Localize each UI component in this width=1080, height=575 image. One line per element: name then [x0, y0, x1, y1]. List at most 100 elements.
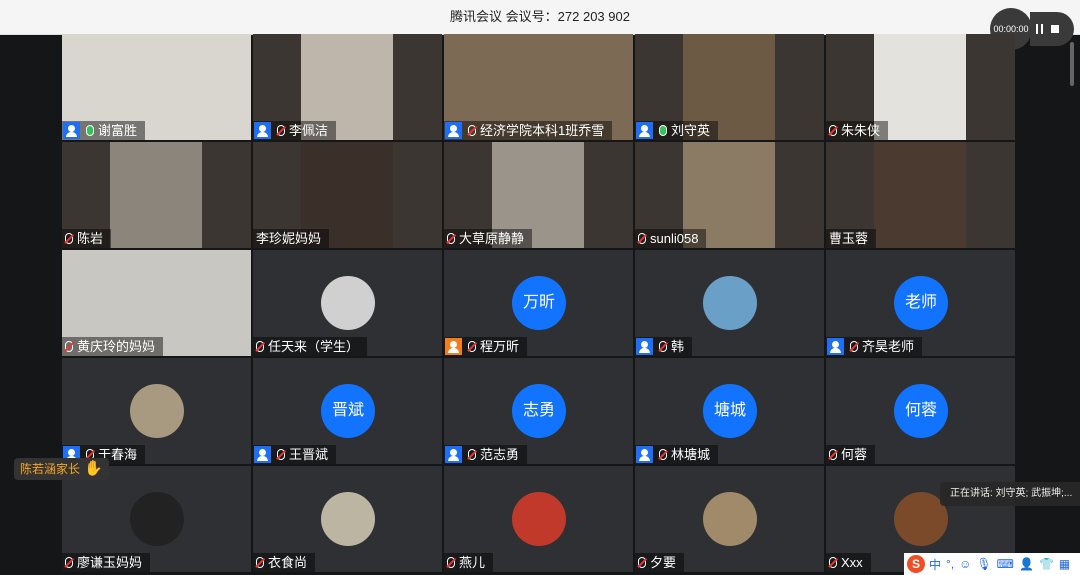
user-badge-icon: [63, 122, 80, 139]
participant-name-bar: 曹玉蓉: [826, 229, 877, 248]
participant-tile[interactable]: 燕儿: [444, 466, 633, 572]
mic-muted-icon: [829, 125, 837, 136]
mic-muted-icon: [277, 449, 285, 460]
participant-tile[interactable]: 刘守英: [635, 34, 824, 140]
mic-muted-icon: [659, 341, 667, 352]
mic-on-icon: [86, 125, 94, 136]
participant-name: 衣食尚: [268, 555, 308, 570]
participant-name-bar: 燕儿: [444, 553, 494, 572]
participant-name-bar: sunli058: [635, 229, 707, 248]
participant-tile[interactable]: 李珍妮妈妈: [253, 142, 442, 248]
participant-name: 朱朱侠: [841, 123, 881, 138]
video-feed: [110, 142, 202, 248]
avatar: 塘城: [703, 384, 757, 438]
participant-name: 夕要: [650, 555, 677, 570]
participant-tile[interactable]: 黄庆玲的妈妈: [62, 250, 251, 356]
ime-key[interactable]: 👕: [1039, 557, 1054, 571]
meeting-title: 腾讯会议 会议号：272 203 902: [450, 9, 630, 24]
participant-tile[interactable]: 志勇范志勇: [444, 358, 633, 464]
participant-name: 谢富胜: [98, 123, 138, 138]
user-badge-icon: [827, 338, 844, 355]
avatar: 何蓉: [894, 384, 948, 438]
avatar: [130, 492, 184, 546]
participant-name: 燕儿: [459, 555, 486, 570]
avatar: [703, 492, 757, 546]
wave-hand-icon: ✋: [84, 460, 103, 477]
user-badge-icon: [636, 446, 653, 463]
participant-tile[interactable]: 廖谦玉妈妈: [62, 466, 251, 572]
participant-tile[interactable]: 韩: [635, 250, 824, 356]
participant-name: 齐昊老师: [862, 339, 915, 354]
participant-name: 何蓉: [841, 447, 868, 462]
mic-muted-icon: [65, 341, 73, 352]
participant-tile[interactable]: 夕要: [635, 466, 824, 572]
stop-icon[interactable]: [1051, 25, 1059, 33]
participant-tile[interactable]: 任天来（学生）: [253, 250, 442, 356]
participant-name-bar: 谢富胜: [62, 121, 146, 140]
participant-tile[interactable]: 经济学院本科1班乔雪: [444, 34, 633, 140]
mic-muted-icon: [468, 125, 476, 136]
participant-name: 李珍妮妈妈: [256, 231, 322, 246]
participant-name: 经济学院本科1班乔雪: [480, 123, 605, 138]
participant-tile[interactable]: 谢富胜: [62, 34, 251, 140]
participant-name: 黄庆玲的妈妈: [77, 339, 156, 354]
participant-tile[interactable]: 衣食尚: [253, 466, 442, 572]
pause-icon[interactable]: [1036, 24, 1038, 34]
participant-tile[interactable]: 老师 齐昊老师: [826, 250, 1015, 356]
mic-muted-icon: [659, 449, 667, 460]
user-badge-icon: [636, 338, 653, 355]
ime-key[interactable]: 🎙: [976, 557, 991, 571]
participant-tile[interactable]: 塘城 林塘城: [635, 358, 824, 464]
ime-key[interactable]: ▦: [1059, 557, 1070, 571]
participant-name-bar: 刘守英: [635, 121, 719, 140]
avatar: 志勇: [512, 384, 566, 438]
participant-tile[interactable]: 于春海: [62, 358, 251, 464]
ime-key[interactable]: 👤: [1019, 557, 1034, 571]
participant-tile[interactable]: 大草原静静: [444, 142, 633, 248]
participant-name-bar: 廖谦玉妈妈: [62, 553, 151, 572]
participant-name: 程万昕: [480, 339, 520, 354]
ime-key[interactable]: 中: [929, 556, 941, 573]
participant-tile[interactable]: 李佩洁: [253, 34, 442, 140]
user-badge-icon: [445, 446, 462, 463]
avatar: [321, 492, 375, 546]
avatar: 晋斌: [321, 384, 375, 438]
participant-name: 大草原静静: [459, 231, 525, 246]
participant-name: 范志勇: [480, 447, 520, 462]
participant-name-bar: 王晋斌: [253, 445, 337, 464]
participant-tile[interactable]: 曹玉蓉: [826, 142, 1015, 248]
avatar: [512, 492, 566, 546]
participant-tile[interactable]: 万昕程万昕: [444, 250, 633, 356]
participant-name-bar: 衣食尚: [253, 553, 316, 572]
ime-key[interactable]: ⌨: [997, 557, 1014, 571]
participant-name-bar: 齐昊老师: [826, 337, 923, 356]
participant-name-bar: 陈岩: [62, 229, 112, 248]
participant-tile[interactable]: 何蓉 何蓉: [826, 358, 1015, 464]
participant-tile[interactable]: 晋斌王晋斌: [253, 358, 442, 464]
recording-controls: [1030, 12, 1074, 46]
mic-muted-icon: [256, 557, 264, 568]
participant-tile[interactable]: 朱朱侠: [826, 34, 1015, 140]
participant-name: 韩: [671, 339, 685, 354]
participant-name-bar: 李佩洁: [253, 121, 337, 140]
mic-muted-icon: [468, 341, 476, 352]
mic-muted-icon: [256, 341, 264, 352]
mic-muted-icon: [447, 557, 455, 568]
scrollbar[interactable]: [1070, 42, 1074, 86]
ime-key[interactable]: ☺: [959, 557, 971, 571]
participant-name-bar: 韩: [635, 337, 693, 356]
video-feed: [874, 142, 966, 248]
ime-key[interactable]: °,: [946, 557, 954, 571]
participant-name: 曹玉蓉: [829, 231, 869, 246]
participant-name: Xxx: [841, 555, 863, 570]
raise-hand-toast: 陈若涵家长 ✋: [14, 458, 109, 480]
mic-muted-icon: [829, 449, 837, 460]
mic-muted-icon: [468, 449, 476, 460]
avatar: 万昕: [512, 276, 566, 330]
ime-toolbar: S 中 °, ☺ 🎙 ⌨ 👤 👕 ▦: [904, 553, 1080, 575]
participant-tile[interactable]: sunli058: [635, 142, 824, 248]
mic-muted-icon: [850, 341, 858, 352]
participant-tile[interactable]: 陈岩: [62, 142, 251, 248]
ime-logo-icon[interactable]: S: [907, 555, 925, 573]
mic-muted-icon: [638, 233, 646, 244]
